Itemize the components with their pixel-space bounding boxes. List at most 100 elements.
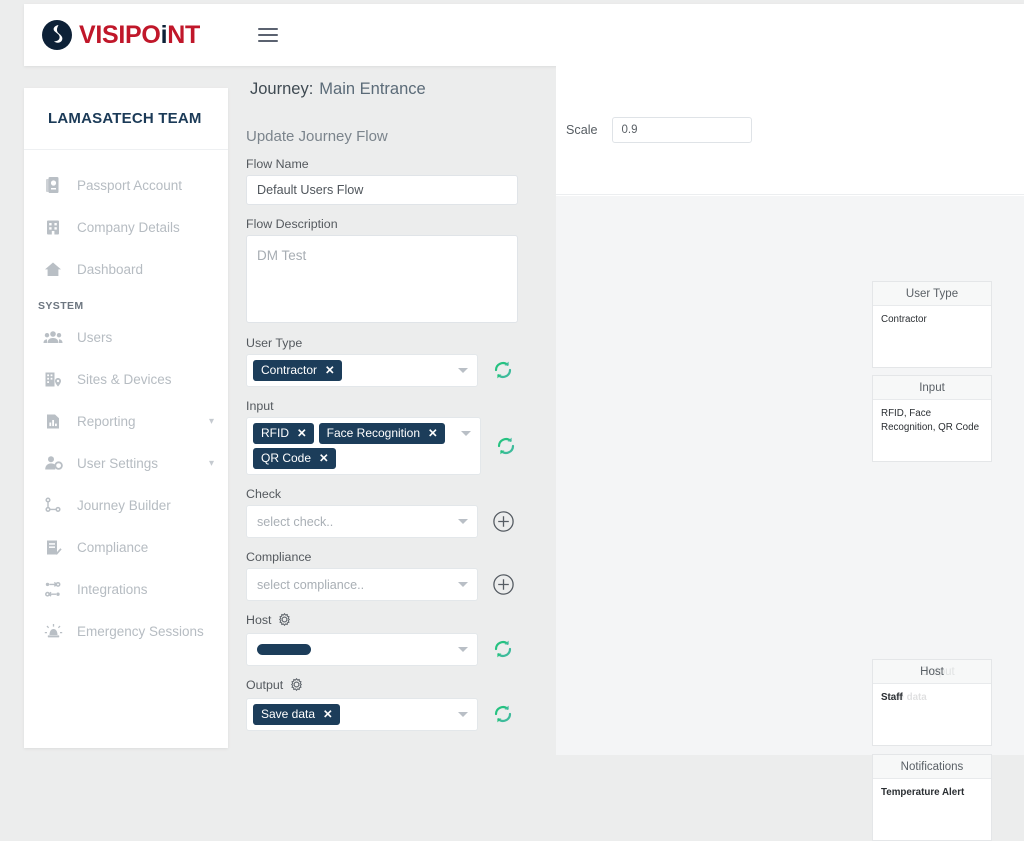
node-body: Contractor [881,314,927,325]
output-label-text: Output [246,678,284,692]
sidebar-item-sites-devices[interactable]: Sites & Devices [24,358,228,400]
chip-output-save-data[interactable]: Save data ✕ [253,704,340,725]
input-label: Input [246,399,274,413]
sidebar-item-label: Reporting [77,413,136,429]
chip-input-face-recognition[interactable]: Face Recognition ✕ [318,423,445,444]
caret-down-icon[interactable] [458,368,468,373]
app-logo[interactable]: VISIPOiNT [42,20,200,50]
node-notifications[interactable]: Notifications Temperature Alert [872,754,992,841]
close-x-icon[interactable]: ✕ [319,451,329,465]
flow-name-label: Flow Name [246,157,309,171]
visipoint-circle-logo-icon [42,20,72,50]
node-input[interactable]: Input RFID, Face Recognition, QR Code [872,375,992,462]
sidebar-item-label: Journey Builder [77,497,171,513]
sidebar-item-label: User Settings [77,455,159,471]
host-sync-refresh-icon[interactable] [490,636,516,662]
user-type-label: User Type [246,336,303,350]
sidebar-item-label: Sites & Devices [77,371,172,387]
sidebar-item-compliance[interactable]: Compliance [24,526,228,568]
compliance-select[interactable]: select compliance.. [246,568,478,601]
sites-devices-icon [43,369,63,389]
node-title: Input [873,376,991,400]
sidebar-item-label: Company Details [77,219,180,235]
flow-description-label: Flow Description [246,217,338,231]
caret-down-icon[interactable] [461,431,471,436]
emergency-alarm-icon [43,621,63,641]
sidebar-item-users[interactable]: Users [24,316,228,358]
sidebar-item-label: Users [77,329,113,345]
node-title: Host Output [873,660,991,684]
host-label-text: Host [246,613,272,627]
caret-down-icon[interactable] [458,582,468,587]
user-settings-icon [43,453,63,473]
scale-toolbar: Scale 0.9 [556,66,1024,195]
check-select[interactable]: select check.. [246,505,478,538]
close-x-icon[interactable]: ✕ [323,707,333,721]
node-title-ghost: Output [920,665,955,678]
user-type-select[interactable]: Contractor ✕ [246,354,478,387]
close-x-icon[interactable]: ✕ [297,426,307,440]
integrations-icon [43,579,63,599]
gear-icon[interactable] [278,612,291,629]
sidebar: LAMASATECH TEAM Passport Account Company… [24,88,228,748]
chip-label: Face Recognition [326,426,421,440]
home-icon [43,259,63,279]
journey-value: Main Entrance [319,80,426,98]
node-body-ghost: Save data [881,692,927,703]
caret-down-icon[interactable] [458,519,468,524]
node-host[interactable]: Host Output Staff Save data [872,659,992,746]
chip-label: Contractor [261,363,318,377]
sidebar-item-label: Emergency Sessions [77,623,204,639]
passport-icon [43,175,63,195]
hamburger-bar [257,33,278,37]
input-sync-refresh-icon[interactable] [493,433,519,459]
add-check-plus-circle-icon[interactable] [490,508,516,534]
node-body: RFID, Face Recognition, QR Code [881,408,980,433]
sidebar-item-journey-builder[interactable]: Journey Builder [24,484,228,526]
add-compliance-plus-circle-icon[interactable] [490,571,516,597]
user-type-sync-refresh-icon[interactable] [490,357,516,383]
host-select[interactable] [246,633,478,666]
output-sync-refresh-icon[interactable] [490,701,516,727]
sidebar-item-reporting[interactable]: Reporting ▾ [24,400,228,442]
chip-input-rfid[interactable]: RFID ✕ [253,423,314,444]
close-x-icon[interactable]: ✕ [325,363,335,377]
hamburger-menu-icon[interactable] [257,27,278,43]
sidebar-section-system: SYSTEM [38,300,84,312]
hamburger-bar [257,40,278,43]
caret-down-icon[interactable] [458,712,468,717]
sidebar-item-dashboard[interactable]: Dashboard [24,248,228,290]
chip-label: QR Code [261,451,312,465]
check-label: Check [246,487,282,501]
sidebar-item-label: Integrations [77,581,148,597]
scale-label: Scale [566,123,598,137]
node-body: Temperature Alert [881,787,965,798]
sidebar-item-label: Passport Account [77,177,183,193]
node-body: Staff Save data [873,684,991,745]
chip-user-type[interactable]: Contractor ✕ [253,360,342,381]
gear-icon[interactable] [290,677,303,694]
input-select[interactable]: RFID ✕ Face Recognition ✕ QR Code ✕ [246,417,481,475]
flow-name-input[interactable]: Default Users Flow [246,175,518,205]
node-user-type[interactable]: User Type Contractor [872,281,992,368]
sidebar-item-emergency-sessions[interactable]: Emergency Sessions [24,610,228,652]
caret-down-icon[interactable] [458,647,468,652]
sidebar-item-integrations[interactable]: Integrations [24,568,228,610]
compliance-row: select compliance.. [246,568,546,601]
output-select[interactable]: Save data ✕ [246,698,478,731]
chip-input-qr-code[interactable]: QR Code ✕ [253,448,336,469]
chip-label: Save data [261,707,316,721]
host-redacted-value [257,644,311,655]
team-name: LAMASATECH TEAM [24,88,228,150]
journey-builder-icon [43,495,63,515]
node-title-stack: Host Output [920,666,955,678]
node-title: Notifications [873,755,991,779]
journey-canvas[interactable]: User Type Contractor Input RFID, Face Re… [556,196,1024,841]
scale-input[interactable]: 0.9 [611,117,752,143]
sidebar-item-passport-account[interactable]: Passport Account [24,164,228,206]
flow-description-textarea[interactable]: DM Test [246,235,518,323]
close-x-icon[interactable]: ✕ [428,426,438,440]
sidebar-item-company-details[interactable]: Company Details [24,206,228,248]
app-logo-text: VISIPOiNT [79,22,200,48]
sidebar-item-user-settings[interactable]: User Settings ▾ [24,442,228,484]
